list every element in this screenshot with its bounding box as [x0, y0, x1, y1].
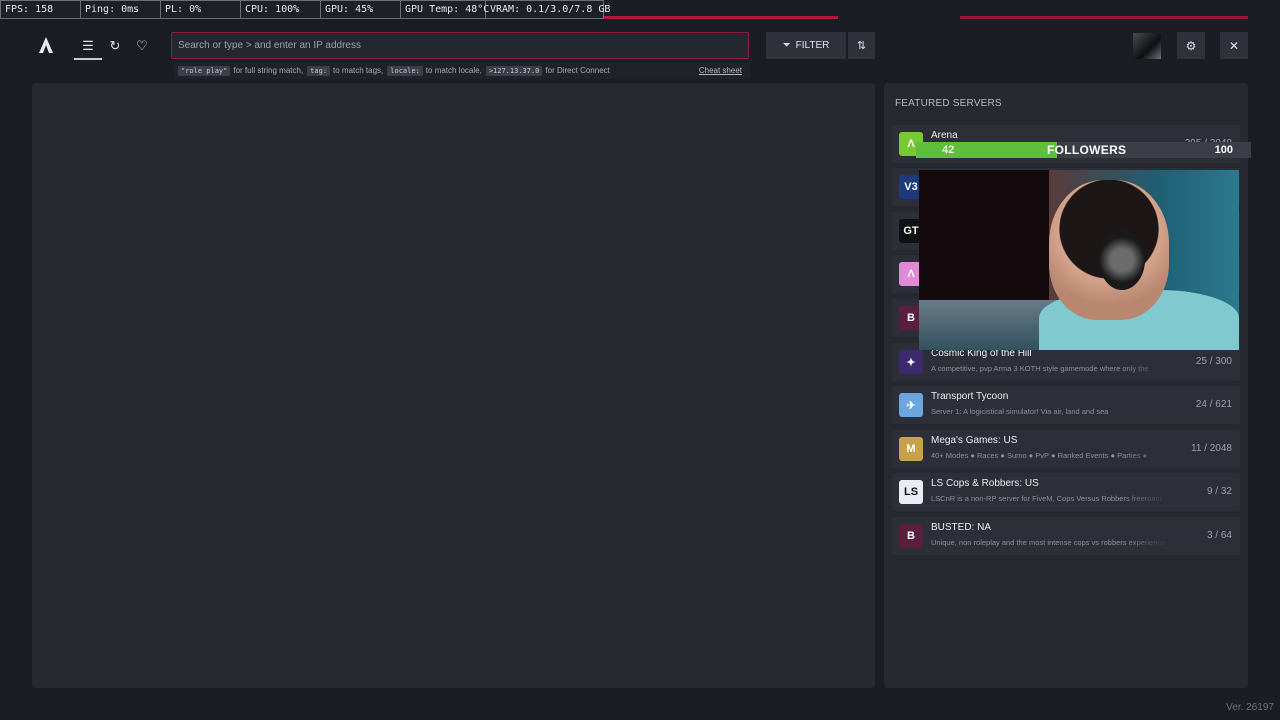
server-player-count: 11 / 2048 — [1191, 443, 1232, 454]
server-player-count: 25 / 300 — [1195, 356, 1232, 367]
server-icon: ✈ — [899, 393, 923, 417]
server-icon: ✦ — [899, 350, 923, 374]
followers-label: FOLLOWERS — [1047, 143, 1127, 157]
gpu-temp-readout: GPU Temp: 48°C — [401, 1, 489, 18]
server-description: LSCnR is a non-RP server for FiveM, Cops… — [931, 494, 1162, 503]
server-description: A competitive, pvp Arma 3 KOTH style gam… — [931, 364, 1149, 373]
server-icon: M — [899, 437, 923, 461]
close-icon: ✕ — [1228, 38, 1240, 53]
fps-readout: FPS: 158 — [1, 1, 81, 18]
close-button[interactable]: ✕ — [1220, 32, 1248, 59]
featured-server-row[interactable]: M Mega's Games: US 40+ Modes ● Races ● Sum… — [892, 430, 1240, 468]
followers-goal-fill — [916, 142, 1057, 158]
packet-loss-readout: PL: 0% — [161, 1, 241, 18]
filter-label: FILTER — [795, 40, 830, 51]
settings-button[interactable]: ⚙ — [1177, 32, 1205, 59]
server-icon: B — [899, 524, 923, 548]
followers-goal: 100 — [1214, 144, 1233, 156]
sort-icon: ⇅ — [856, 40, 867, 52]
favorites-icon[interactable]: ♡ — [130, 34, 154, 58]
hint-text-tag: to match tags, — [333, 66, 384, 75]
server-name: LS Cops & Robbers: US — [931, 478, 1039, 489]
hint-text-locale: to match locale, — [425, 66, 482, 75]
server-player-count: 3 / 64 — [1206, 530, 1232, 541]
server-name: Transport Tycoon — [931, 391, 1009, 402]
hint-code-tag: tag: — [307, 65, 331, 76]
history-icon[interactable]: ↻ — [103, 34, 127, 58]
server-description: 40+ Modes ● Races ● Sumo ● PvP ● Ranked … — [931, 451, 1148, 460]
featured-server-row[interactable]: ✈ Transport Tycoon Server 1: A logicistica… — [892, 386, 1240, 424]
server-name: BUSTED: NA — [931, 522, 992, 533]
loading-bar — [604, 16, 838, 19]
followers-goal-bar: 42 FOLLOWERS 100 — [916, 141, 1251, 159]
hint-code-string: "role play" — [178, 65, 231, 76]
filter-icon: ⏷ — [782, 40, 791, 51]
server-name: Mega's Games: US — [931, 435, 1018, 446]
gpu-readout: GPU: 45% — [321, 1, 401, 18]
followers-current: 42 — [942, 144, 955, 156]
server-player-count: 9 / 32 — [1206, 486, 1232, 497]
avatar[interactable] — [1133, 33, 1161, 59]
version-label: Ver. 26197 — [1226, 702, 1274, 713]
vram-readout: VRAM: 0.1/3.0/7.8 GB — [490, 4, 611, 15]
server-description: Unique, non roleplay and the most intens… — [931, 538, 1166, 547]
ping-readout: Ping: 0ms — [81, 1, 161, 18]
cheat-sheet-link[interactable]: Cheat sheet — [699, 66, 742, 75]
featured-server-row[interactable]: LS LS Cops & Robbers: US LSCnR is a non-RP… — [892, 473, 1240, 511]
server-search-box[interactable] — [171, 32, 749, 59]
hint-code-locale: locale: — [387, 65, 423, 76]
filter-button[interactable]: ⏷ FILTER — [766, 32, 846, 59]
hint-code-ip: >127.13.37.0 — [485, 65, 543, 76]
webcam-overlay — [919, 170, 1239, 350]
server-name: Arena — [931, 130, 958, 141]
performance-overlay: FPS: 158 Ping: 0ms PL: 0% CPU: 100% GPU:… — [0, 0, 611, 19]
cpu-readout: CPU: 100% — [241, 1, 321, 18]
search-input[interactable] — [172, 33, 748, 58]
hint-text-ip: for Direct Connect — [545, 66, 610, 75]
search-hints: "role play" for full string match, tag: … — [174, 62, 750, 79]
server-list-panel — [32, 83, 875, 688]
sort-button[interactable]: ⇅ — [848, 32, 875, 59]
featured-server-row[interactable]: B BUSTED: NA Unique, non roleplay and the … — [892, 517, 1240, 555]
featured-servers-title: FEATURED SERVERS — [895, 98, 1002, 109]
servers-list-icon[interactable]: ☰ — [74, 34, 102, 60]
server-description: Server 1: A logicistical simulator! Via … — [931, 407, 1109, 416]
server-icon: LS — [899, 480, 923, 504]
server-player-count: 24 / 621 — [1195, 399, 1232, 410]
hint-text-string: for full string match, — [233, 66, 304, 75]
loading-bar-secondary — [960, 16, 1248, 19]
gear-icon: ⚙ — [1185, 38, 1197, 53]
app-logo-icon[interactable] — [36, 35, 56, 55]
